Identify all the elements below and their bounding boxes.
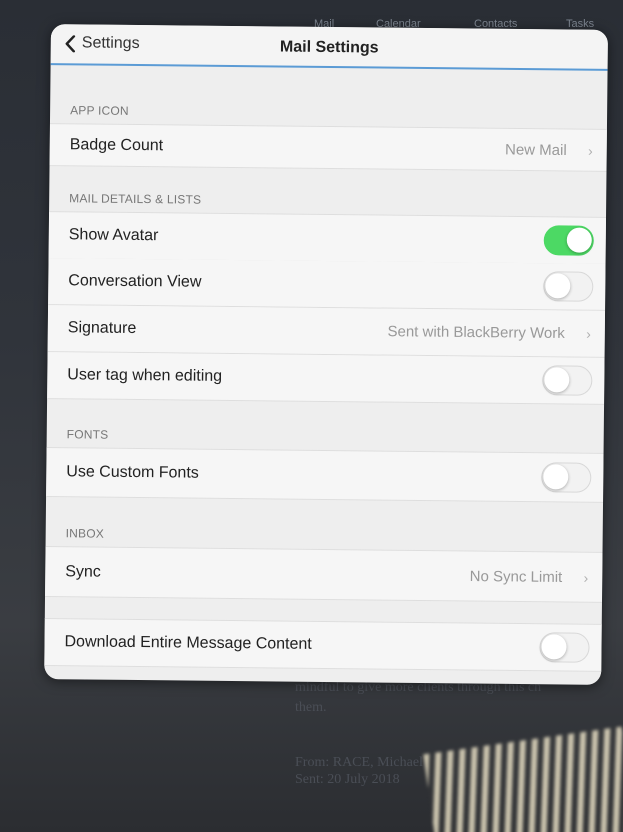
toggle-knob [541, 634, 567, 660]
navigation-bar: Settings Mail Settings [50, 24, 608, 71]
conversation-view-row: Conversation View [48, 258, 606, 311]
mail-settings-panel: Settings Mail Settings APP ICON Badge Co… [44, 24, 608, 685]
background-email-line: them. [295, 700, 327, 715]
section-header-label: MAIL DETAILS & LISTS [69, 191, 202, 207]
use-custom-fonts-toggle[interactable] [541, 462, 592, 493]
chevron-right-icon: › [583, 569, 589, 586]
use-custom-fonts-row: Use Custom Fonts [46, 447, 604, 503]
section-header-fonts: FONTS [47, 399, 604, 453]
download-entire-row: Download Entire Message Content [44, 618, 602, 672]
user-tag-row: User tag when editing [47, 352, 605, 405]
background-tab-tasks[interactable]: Tasks [566, 18, 594, 30]
badge-count-row[interactable]: Badge Count New Mail › [49, 123, 607, 172]
section-header-inbox: INBOX [46, 496, 603, 552]
row-label: Badge Count [69, 135, 164, 154]
section-header-app-icon: APP ICON [50, 65, 608, 129]
row-label: Show Avatar [68, 226, 159, 245]
toggle-knob [543, 464, 569, 490]
chevron-right-icon: › [586, 325, 591, 342]
sync-row[interactable]: Sync No Sync Limit › [45, 546, 603, 603]
section-header-label: FONTS [66, 427, 109, 442]
row-label: Use Custom Fonts [66, 463, 199, 482]
row-label: User tag when editing [67, 366, 223, 385]
toggle-knob [566, 227, 592, 253]
row-value: No Sync Limit [469, 567, 563, 586]
chevron-right-icon: › [587, 142, 593, 159]
device-screen: Mail Calendar Contacts Tasks mindful to … [0, 0, 623, 832]
section-header-label: INBOX [65, 526, 105, 541]
section-header-label: APP ICON [70, 103, 129, 118]
row-label: Signature [67, 319, 137, 337]
toggle-knob [545, 273, 571, 299]
background-email-line: From: RACE, Michael [295, 755, 423, 770]
toggle-knob [544, 367, 570, 393]
download-entire-toggle[interactable] [539, 632, 590, 663]
conversation-view-toggle[interactable] [543, 271, 594, 302]
background-email-line: Sent: 20 July 2018 [295, 772, 400, 787]
show-avatar-row: Show Avatar [48, 211, 607, 265]
signature-row[interactable]: Signature Sent with BlackBerry Work › [47, 305, 606, 358]
row-label: Conversation View [68, 272, 202, 291]
row-label: Download Entire Message Content [64, 633, 312, 653]
show-avatar-toggle[interactable] [543, 225, 594, 256]
row-value: Sent with BlackBerry Work [387, 323, 565, 342]
user-tag-toggle[interactable] [542, 365, 593, 396]
row-value: New Mail [504, 140, 567, 159]
page-title: Mail Settings [279, 38, 379, 57]
light-glare [423, 726, 623, 832]
row-label: Sync [65, 562, 101, 581]
section-header-mail-details: MAIL DETAILS & LISTS [49, 165, 606, 217]
